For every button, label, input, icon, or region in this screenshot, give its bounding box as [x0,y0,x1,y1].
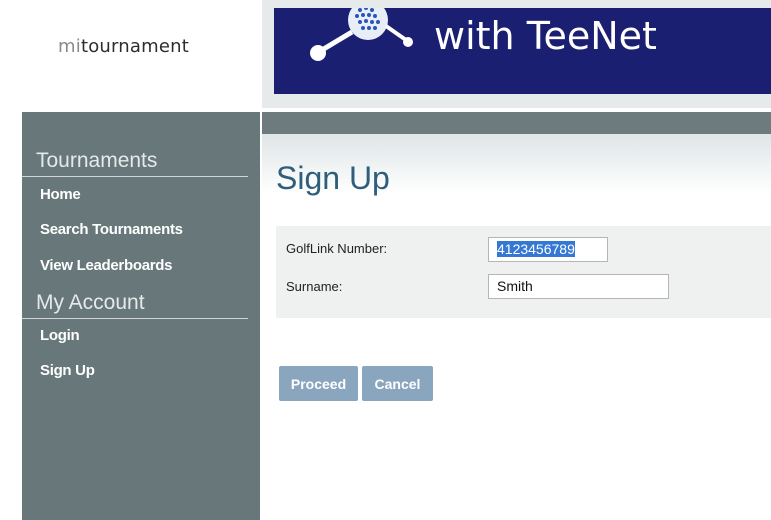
logo-prefix: mi [58,36,81,57]
sidebar-item-login[interactable]: Login [22,319,260,353]
surname-input[interactable]: Smith [488,274,669,299]
banner-line-2: with TeeNet [434,14,657,58]
surname-value: Smith [497,278,533,294]
logo-text: tournament [80,36,190,57]
content-top-bar [262,112,771,134]
sidebar: Tournaments Home Search Tournaments View… [22,112,260,520]
golflink-label: GolfLink Number: [286,241,388,256]
sidebar-heading-tournaments: Tournaments [22,142,248,177]
surname-label: Surname: [286,279,343,294]
signup-form: GolfLink Number: 4123456789 Surname: Smi… [276,226,771,318]
banner-tagline: with TeeNet [434,14,657,60]
golflink-number-input[interactable]: 4123456789 [488,237,608,262]
golf-ball-graphic-icon [310,8,413,61]
page-title: Sign Up [276,160,390,196]
golflink-number-value: 4123456789 [497,241,575,257]
cancel-button[interactable]: Cancel [362,366,433,401]
banner: with TeeNet [274,8,771,94]
sidebar-item-search-tournaments[interactable]: Search Tournaments [22,212,260,248]
proceed-button[interactable]: Proceed [279,366,358,401]
sidebar-item-sign-up[interactable]: Sign Up [22,353,260,389]
sidebar-item-home[interactable]: Home [22,178,260,212]
sidebar-heading-my-account: My Account [22,284,248,319]
site-logo[interactable]: mitournament [58,36,189,57]
sidebar-item-view-leaderboards[interactable]: View Leaderboards [22,248,260,284]
